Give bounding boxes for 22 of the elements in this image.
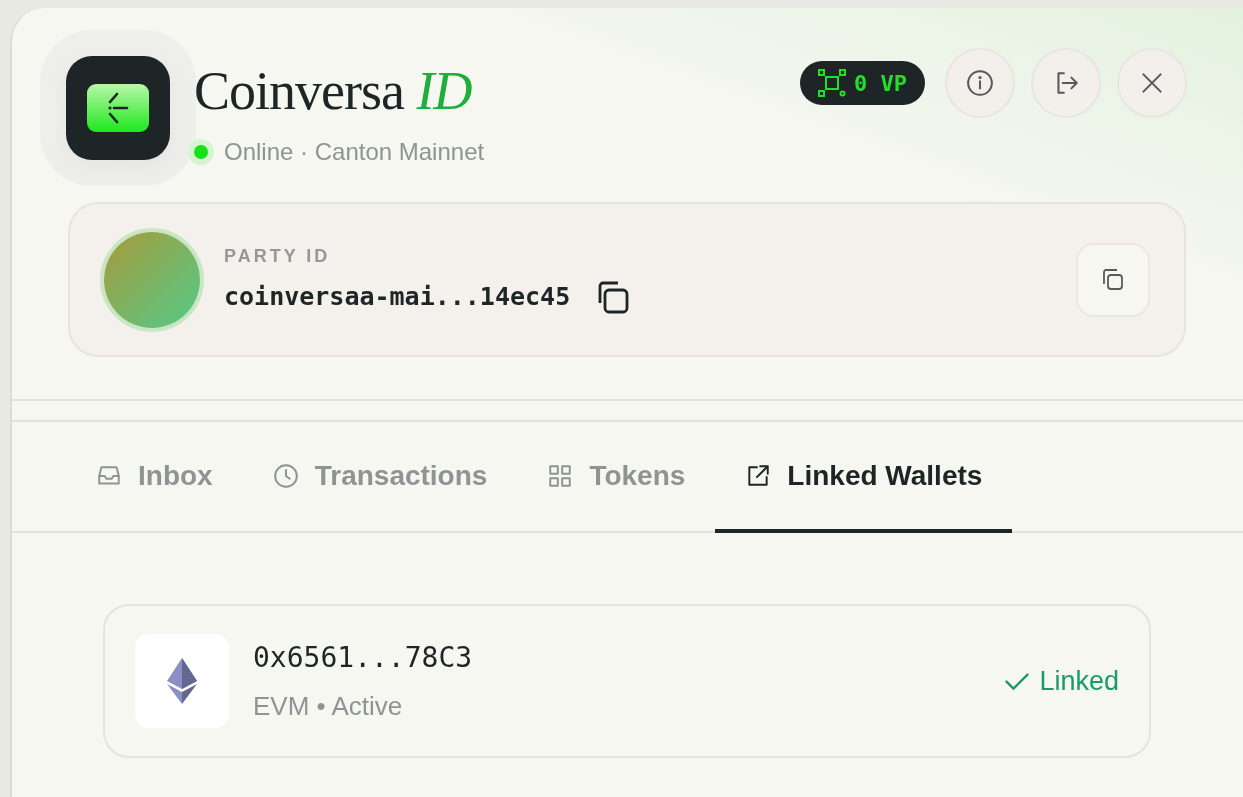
logo-icon — [87, 84, 149, 132]
tab[interactable]: Transactions — [242, 422, 518, 533]
external-link-icon — [745, 462, 772, 489]
copy-icon — [1100, 266, 1126, 293]
app-title: Coinversa ID — [194, 64, 473, 118]
grid-icon — [547, 462, 574, 489]
wallet-address: 0x6561...78C3 — [253, 639, 473, 676]
copy-button[interactable] — [1076, 242, 1150, 317]
party-id: coinversaa-mai...14ec45 — [224, 281, 571, 314]
network-status: Online · Canton Mainnet — [224, 137, 485, 167]
clock-icon — [272, 462, 299, 489]
tab[interactable]: Tokens — [517, 422, 716, 533]
points-badge: 0 VP — [800, 61, 925, 105]
wallet-network: EVM • Active — [253, 689, 404, 723]
ethereum-icon — [167, 658, 197, 704]
wallet-card[interactable]: 0x6561...78C3 EVM • Active Linked — [103, 604, 1151, 758]
network-icon — [818, 69, 846, 97]
tab[interactable]: Linked Wallets — [715, 422, 1013, 533]
info-icon — [966, 69, 994, 97]
tab[interactable]: Inbox — [66, 422, 243, 533]
link-status: Linked — [1003, 660, 1119, 702]
party-id-label: PARTY ID — [224, 245, 332, 269]
